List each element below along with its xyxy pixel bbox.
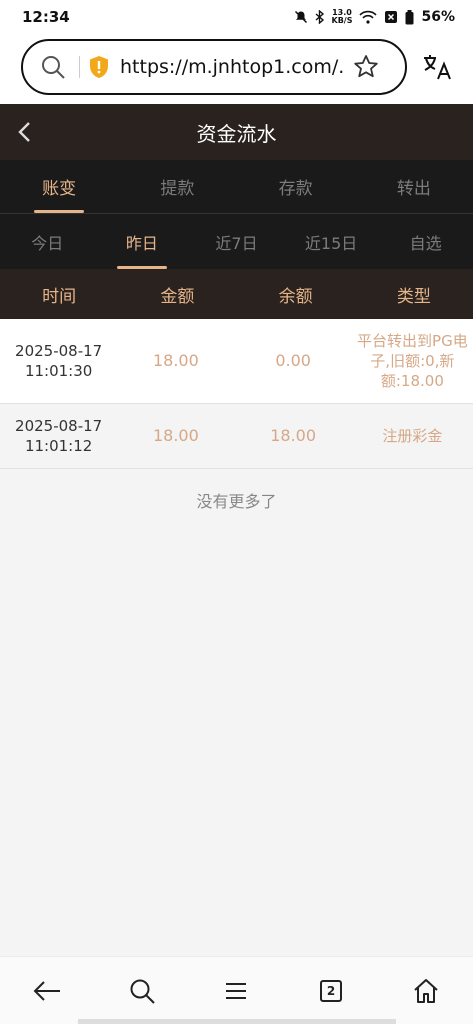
tab-account-change[interactable]: 账变 bbox=[0, 160, 118, 213]
table-row: 2025-08-17 11:01:30 18.00 0.00 平台转出到PG电子,… bbox=[0, 319, 473, 404]
status-bar: 12:34 13.0 KB/S 56% bbox=[0, 0, 473, 34]
gesture-bar bbox=[78, 1019, 396, 1024]
back-arrow-icon[interactable] bbox=[16, 120, 34, 144]
network-speed: 13.0 KB/S bbox=[331, 8, 353, 25]
filter-custom[interactable]: 自选 bbox=[378, 214, 473, 269]
table-header: 时间 金额 余额 类型 bbox=[0, 269, 473, 319]
menu-icon bbox=[226, 982, 247, 999]
translate-icon[interactable] bbox=[421, 52, 453, 82]
filter-today[interactable]: 今日 bbox=[0, 214, 95, 269]
address-divider bbox=[79, 56, 80, 78]
battery-icon bbox=[405, 9, 414, 24]
battery-level: 56% bbox=[421, 9, 455, 25]
column-header-type: 类型 bbox=[396, 286, 431, 307]
status-icons: 13.0 KB/S 56% bbox=[294, 8, 455, 25]
row-balance: 18.00 bbox=[270, 426, 317, 445]
row-type: 注册彩金 bbox=[382, 427, 443, 445]
column-header-balance: 余额 bbox=[278, 286, 313, 307]
tab-deposit[interactable]: 存款 bbox=[237, 160, 355, 213]
url-text[interactable]: https://m.jnhtop1.com/... bbox=[120, 56, 346, 78]
warning-shield-icon[interactable] bbox=[86, 54, 112, 80]
row-type: 平台转出到PG电子,旧额:0,新额:18.00 bbox=[357, 332, 468, 390]
row-time: 2025-08-17 11:01:30 bbox=[15, 342, 103, 380]
row-balance: 0.00 bbox=[275, 351, 311, 370]
filter-7-days[interactable]: 近7日 bbox=[189, 214, 284, 269]
tab-withdraw[interactable]: 提款 bbox=[118, 160, 236, 213]
browser-bottom-nav: 2 bbox=[0, 956, 473, 1024]
mute-icon bbox=[294, 10, 307, 24]
back-icon bbox=[33, 980, 61, 1001]
nav-menu-button[interactable] bbox=[189, 957, 284, 1024]
nav-tabs-button[interactable]: 2 bbox=[284, 957, 379, 1024]
bookmark-star-icon[interactable] bbox=[352, 53, 380, 81]
main-tabs: 账变 提款 存款 转出 bbox=[0, 160, 473, 214]
tab-transfer-out[interactable]: 转出 bbox=[355, 160, 473, 213]
row-time: 2025-08-17 11:01:12 bbox=[15, 417, 103, 455]
row-amount: 18.00 bbox=[152, 351, 199, 370]
sim-x-icon bbox=[385, 11, 398, 23]
table-row: 2025-08-17 11:01:12 18.00 18.00 注册彩金 bbox=[0, 404, 473, 469]
address-bar[interactable]: https://m.jnhtop1.com/... bbox=[21, 39, 407, 95]
transaction-list: 2025-08-17 11:01:30 18.00 0.00 平台转出到PG电子,… bbox=[0, 319, 473, 469]
nav-home-button[interactable] bbox=[378, 957, 473, 1024]
row-amount: 18.00 bbox=[152, 426, 199, 445]
wifi-icon bbox=[359, 10, 378, 24]
column-header-amount: 金额 bbox=[160, 286, 195, 307]
nav-back-button[interactable] bbox=[0, 957, 95, 1024]
search-icon bbox=[130, 979, 155, 1004]
app-header: 资金流水 bbox=[0, 104, 473, 160]
search-icon[interactable] bbox=[33, 54, 73, 80]
browser-toolbar: https://m.jnhtop1.com/... bbox=[0, 34, 473, 104]
nav-search-button[interactable] bbox=[95, 957, 190, 1024]
tab-count-icon: 2 bbox=[320, 979, 343, 1002]
filter-yesterday[interactable]: 昨日 bbox=[95, 214, 190, 269]
no-more-text: 没有更多了 bbox=[196, 492, 277, 511]
bluetooth-icon bbox=[315, 10, 324, 24]
page-title: 资金流水 bbox=[196, 121, 277, 146]
column-header-time: 时间 bbox=[42, 286, 77, 307]
home-icon bbox=[413, 978, 438, 1003]
status-time: 12:34 bbox=[22, 8, 70, 26]
filter-15-days[interactable]: 近15日 bbox=[284, 214, 379, 269]
date-filter-tabs: 今日 昨日 近7日 近15日 自选 bbox=[0, 214, 473, 269]
